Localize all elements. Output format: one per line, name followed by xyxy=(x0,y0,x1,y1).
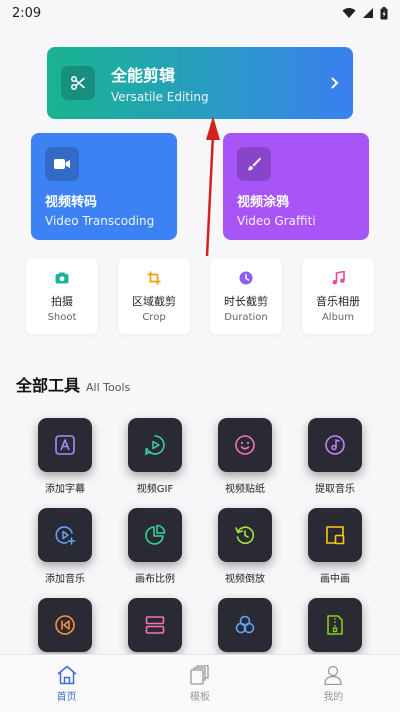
all-tools-subtitle: All Tools xyxy=(86,381,131,394)
quick-tools-row: 拍摄 Shoot 区域截剪 Crop 时长截剪 Duration 音乐相册 Al… xyxy=(26,258,374,334)
quick-tool-title: 音乐相册 xyxy=(316,294,360,308)
shoot-button[interactable]: 拍摄 Shoot xyxy=(26,258,98,334)
clock-icon xyxy=(239,270,253,286)
tool-label: 视频贴纸 xyxy=(225,484,265,495)
reverse-icon xyxy=(218,508,272,562)
card-title: 视频转码 xyxy=(45,195,98,210)
hero-title: 全能剪辑 xyxy=(111,66,176,85)
status-time: 2:09 xyxy=(12,5,42,21)
hero-text: 全能剪辑 Versatile Editing xyxy=(111,62,331,104)
hero-subtitle: Versatile Editing xyxy=(111,90,209,104)
chevron-right-icon xyxy=(331,74,339,93)
tab-label: 模板 xyxy=(189,691,210,703)
tab-label: 首页 xyxy=(56,691,77,703)
extract-music-icon xyxy=(308,418,362,472)
tool-label: 视频倒放 xyxy=(225,574,265,585)
pip-icon xyxy=(308,508,362,562)
tool-label: 添加字幕 xyxy=(45,484,85,495)
battery-icon xyxy=(380,6,388,19)
extract-music-tool[interactable]: 提取音乐 xyxy=(290,418,380,495)
zip-file-icon xyxy=(308,598,362,652)
tool-label: 画中画 xyxy=(320,574,350,585)
card-title: 视频涂鸦 xyxy=(237,195,290,210)
canvas-ratio-icon xyxy=(128,508,182,562)
quick-tool-title: 时长截剪 xyxy=(224,294,268,308)
status-bar: 2:09 xyxy=(0,0,400,26)
sticker-icon xyxy=(218,418,272,472)
signal-icon xyxy=(363,8,373,18)
all-tools-heading: 全部工具 All Tools xyxy=(16,372,130,396)
canvas-ratio-tool[interactable]: 画布比例 xyxy=(110,508,200,585)
tool-label: 添加音乐 xyxy=(45,574,85,585)
card-subtitle: Video Graffiti xyxy=(237,214,316,228)
add-subtitle-tool[interactable]: 添加字幕 xyxy=(20,418,110,495)
tab-home[interactable]: 首页 xyxy=(0,655,133,712)
tab-label: 我的 xyxy=(323,691,344,703)
crop-button[interactable]: 区域截剪 Crop xyxy=(118,258,190,334)
tab-templates[interactable]: 模板 xyxy=(133,655,266,712)
video-camera-icon xyxy=(45,147,79,181)
tools-grid: 添加字幕 视频GIF 视频贴纸 提取音乐 添加音乐 画布比例 视频倒放 画中画 xyxy=(20,418,380,674)
split-icon xyxy=(128,598,182,652)
pip-tool[interactable]: 画中画 xyxy=(290,508,380,585)
add-music-tool[interactable]: 添加音乐 xyxy=(20,508,110,585)
quick-tool-title: 区域截剪 xyxy=(132,294,176,308)
video-graffiti-card[interactable]: 视频涂鸦 Video Graffiti xyxy=(223,133,369,240)
scissors-icon xyxy=(61,66,95,100)
video-gif-tool[interactable]: 视频GIF xyxy=(110,418,200,495)
status-icons xyxy=(342,6,388,20)
quick-tool-subtitle: Duration xyxy=(224,311,268,323)
tool-label: 提取音乐 xyxy=(315,484,355,495)
template-icon xyxy=(190,664,209,685)
album-button[interactable]: 音乐相册 Album xyxy=(302,258,374,334)
crop-icon xyxy=(147,270,161,286)
subtitle-icon xyxy=(38,418,92,472)
tool-label: 视频GIF xyxy=(136,484,174,495)
video-sticker-tool[interactable]: 视频贴纸 xyxy=(200,418,290,495)
video-transcoding-card[interactable]: 视频转码 Video Transcoding xyxy=(31,133,177,240)
quick-tool-title: 拍摄 xyxy=(51,294,73,308)
filter-icon xyxy=(218,598,272,652)
brush-icon xyxy=(237,147,271,181)
bottom-tab-bar: 首页 模板 我的 xyxy=(0,654,400,712)
tab-profile[interactable]: 我的 xyxy=(267,655,400,712)
wifi-icon xyxy=(342,8,356,18)
quick-tool-subtitle: Shoot xyxy=(47,311,77,323)
add-music-icon xyxy=(38,508,92,562)
profile-icon xyxy=(324,665,342,685)
quick-tool-subtitle: Crop xyxy=(142,311,166,323)
rewind-icon xyxy=(38,598,92,652)
music-icon xyxy=(332,270,345,286)
quick-tool-subtitle: Album xyxy=(321,311,355,323)
home-icon xyxy=(57,665,77,684)
versatile-editing-card[interactable]: 全能剪辑 Versatile Editing xyxy=(47,47,353,119)
all-tools-title: 全部工具 xyxy=(16,376,81,395)
gif-icon xyxy=(128,418,182,472)
tool-label: 画布比例 xyxy=(135,574,175,585)
duration-button[interactable]: 时长截剪 Duration xyxy=(210,258,282,334)
card-subtitle: Video Transcoding xyxy=(45,214,155,228)
video-reverse-tool[interactable]: 视频倒放 xyxy=(200,508,290,585)
camera-icon xyxy=(55,270,69,286)
